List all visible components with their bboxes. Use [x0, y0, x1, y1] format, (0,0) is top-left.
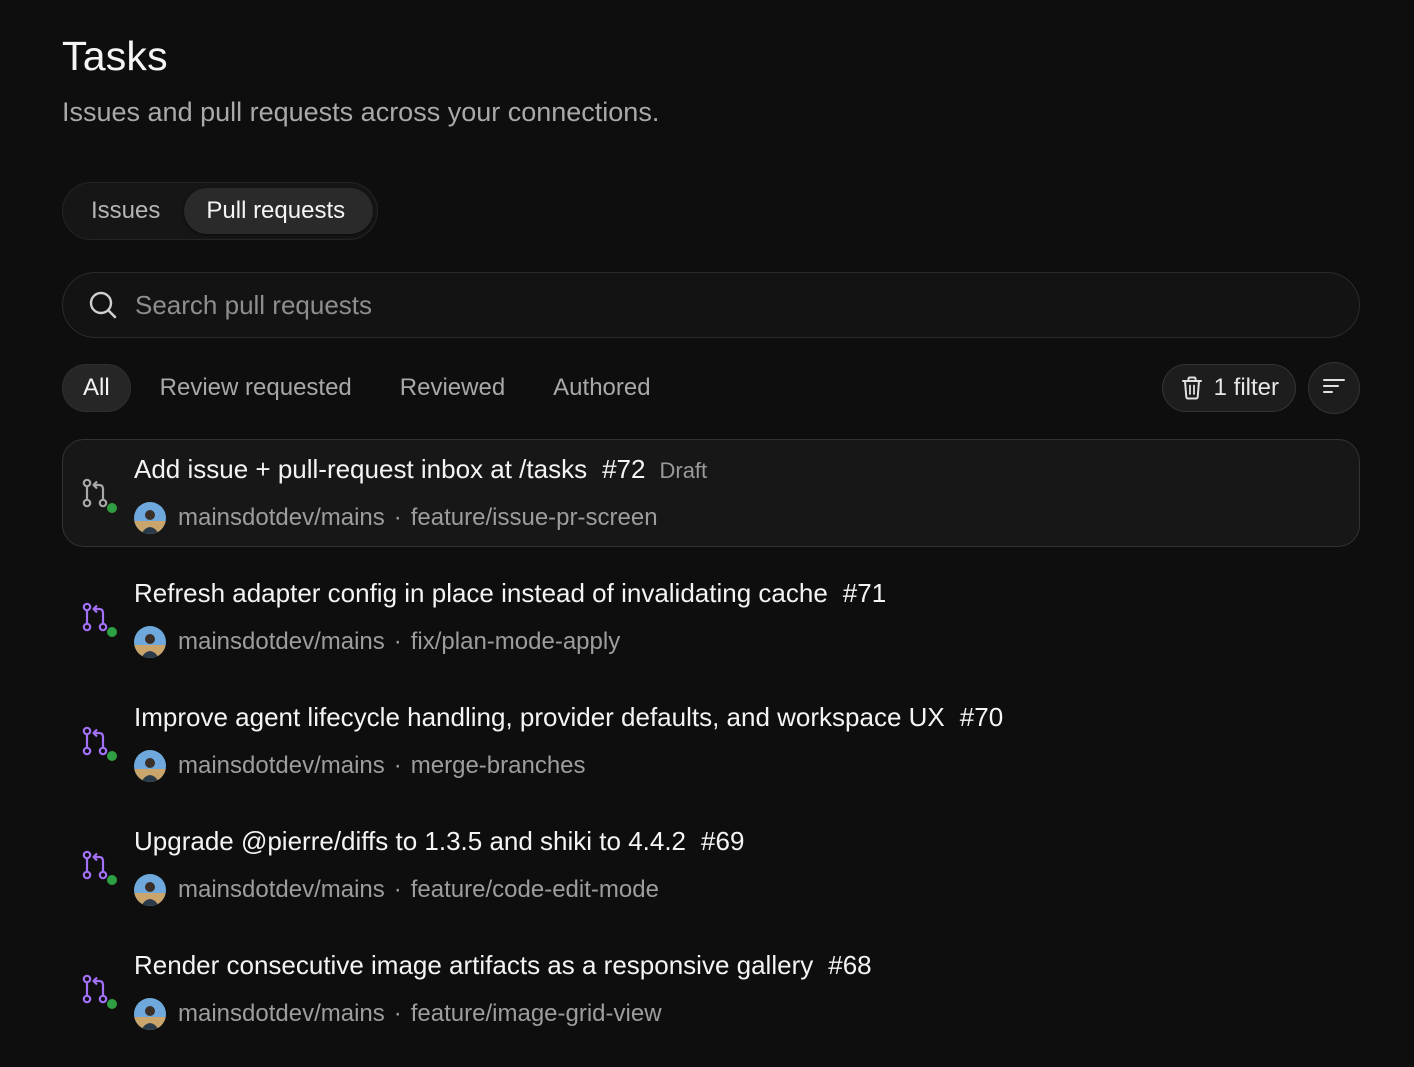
avatar — [134, 626, 166, 658]
pr-title: Improve agent lifecycle handling, provid… — [134, 702, 945, 732]
avatar — [134, 998, 166, 1030]
search-bar — [62, 272, 1360, 338]
pr-number: #72 — [602, 454, 646, 484]
repo-name: mainsdotdev/mains — [178, 628, 385, 655]
repo-name: mainsdotdev/mains — [178, 752, 385, 779]
git-pull-request-icon — [81, 602, 119, 638]
filter-chip-reviewed[interactable]: Reviewed — [380, 364, 525, 412]
meta-separator: · — [393, 504, 402, 531]
git-pull-request-draft-icon — [81, 478, 119, 514]
filter-button-label: 1 filter — [1213, 374, 1279, 401]
draft-badge: Draft — [659, 458, 708, 483]
repo-name: mainsdotdev/mains — [178, 504, 385, 531]
filter-bar: All Review requested Reviewed Authored 1… — [62, 362, 1360, 414]
pr-title: Add issue + pull-request inbox at /tasks — [134, 454, 588, 484]
branch-name: feature/issue-pr-screen — [410, 504, 658, 531]
tasks-page: Tasks Issues and pull requests across yo… — [62, 28, 1360, 1059]
pr-meta: mainsdotdev/mains · merge-branches — [134, 750, 586, 782]
pr-number: #69 — [701, 826, 745, 856]
meta-separator: · — [393, 752, 402, 779]
pull-request-row[interactable]: Render consecutive image artifacts as a … — [62, 935, 1360, 1043]
branch-name: feature/code-edit-mode — [410, 876, 659, 903]
page-subtitle: Issues and pull requests across your con… — [62, 97, 660, 127]
pull-request-list: Add issue + pull-request inbox at /tasks… — [62, 439, 1360, 1043]
branch-name: fix/plan-mode-apply — [410, 628, 621, 655]
pr-title-line: Add issue + pull-request inbox at /tasks… — [134, 454, 707, 485]
pr-title: Upgrade @pierre/diffs to 1.3.5 and shiki… — [134, 826, 687, 856]
pr-title-line: Upgrade @pierre/diffs to 1.3.5 and shiki… — [134, 826, 744, 857]
pr-meta: mainsdotdev/mains · feature/issue-pr-scr… — [134, 502, 658, 534]
repo-name: mainsdotdev/mains — [178, 876, 385, 903]
filter-chip-review-requested[interactable]: Review requested — [140, 364, 372, 412]
tab-group: Issues Pull requests — [62, 182, 379, 240]
sort-button[interactable] — [1308, 362, 1360, 414]
filter-chip-all[interactable]: All — [62, 364, 131, 412]
pull-request-row[interactable]: Upgrade @pierre/diffs to 1.3.5 and shiki… — [62, 811, 1360, 919]
meta-separator: · — [393, 1000, 402, 1027]
pr-meta: mainsdotdev/mains · fix/plan-mode-apply — [134, 626, 620, 658]
search-icon — [87, 289, 119, 321]
pr-number: #71 — [842, 578, 887, 608]
avatar — [134, 874, 166, 906]
avatar — [134, 502, 166, 534]
meta-separator: · — [393, 628, 402, 655]
sort-icon — [1322, 376, 1346, 401]
filter-button[interactable]: 1 filter — [1161, 364, 1296, 412]
git-pull-request-icon — [81, 850, 119, 886]
pr-meta: mainsdotdev/mains · feature/code-edit-mo… — [134, 874, 659, 906]
pr-meta: mainsdotdev/mains · feature/image-grid-v… — [134, 998, 662, 1030]
git-pull-request-icon — [81, 726, 119, 762]
git-pull-request-icon — [81, 974, 119, 1010]
meta-separator: · — [393, 876, 402, 903]
pr-number: #68 — [828, 950, 872, 980]
pull-request-row[interactable]: Add issue + pull-request inbox at /tasks… — [62, 439, 1360, 547]
pull-request-row[interactable]: Improve agent lifecycle handling, provid… — [62, 687, 1360, 795]
pr-title: Refresh adapter config in place instead … — [134, 578, 828, 608]
tab-issues[interactable]: Issues — [67, 188, 184, 234]
pr-title-line: Improve agent lifecycle handling, provid… — [134, 702, 1003, 733]
filter-actions: 1 filter — [1161, 362, 1360, 414]
avatar — [134, 750, 166, 782]
pr-title-line: Render consecutive image artifacts as a … — [134, 950, 872, 981]
pull-request-row[interactable]: Refresh adapter config in place instead … — [62, 563, 1360, 671]
filter-chips: All Review requested Reviewed Authored — [62, 364, 680, 412]
filter-chip-authored[interactable]: Authored — [533, 364, 670, 412]
page-title: Tasks — [62, 33, 168, 79]
pr-title-line: Refresh adapter config in place instead … — [134, 578, 886, 609]
pr-number: #70 — [959, 702, 1004, 732]
repo-name: mainsdotdev/mains — [178, 1000, 385, 1027]
pr-title: Render consecutive image artifacts as a … — [134, 950, 814, 980]
search-input[interactable] — [135, 273, 1359, 337]
branch-name: feature/image-grid-view — [410, 1000, 662, 1027]
branch-name: merge-branches — [410, 752, 586, 779]
tab-pull-requests[interactable]: Pull requests — [184, 188, 374, 234]
trash-icon — [1179, 375, 1205, 401]
